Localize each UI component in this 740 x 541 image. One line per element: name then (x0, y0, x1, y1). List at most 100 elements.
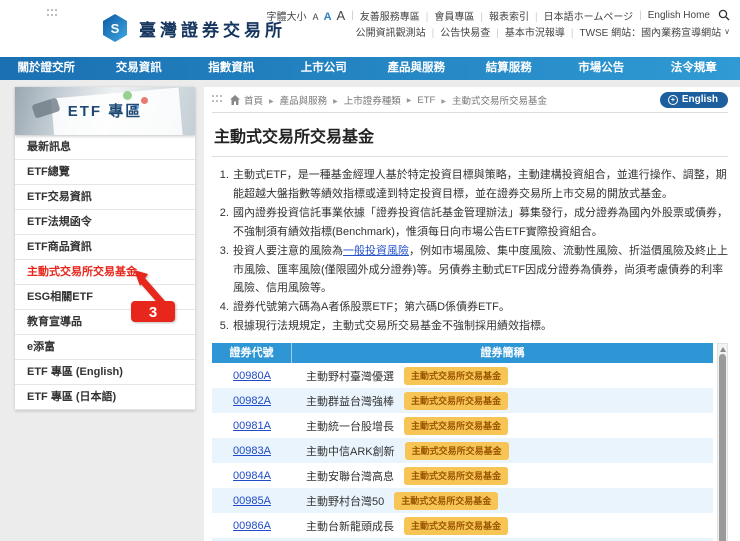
english-button[interactable]: + English (659, 92, 728, 108)
sidebar-menu-item[interactable]: ETF 專區 (日本語) (15, 385, 195, 410)
etf-type-badge: 主動式交易所交易基金 (404, 416, 509, 435)
breadcrumb-item[interactable]: 主動式交易所交易基金 (435, 93, 547, 107)
etf-type-badge: 主動式交易所交易基金 (404, 441, 509, 460)
twse-logo-icon: S (103, 14, 127, 42)
breadcrumb: 首頁 產品與服務 上市證券種類 ETF 主動式交易所交易基金 (244, 93, 547, 108)
main-navigation: 關於證交所 交易資訊 指數資訊 上市公司 產品與服務 結算服務 市場公告 法令規… (0, 57, 740, 80)
etf-table: 證券代號 證券簡稱 00980A 主動野村臺灣優選 主動式交易所交易基金 009… (212, 343, 728, 541)
search-icon (718, 9, 730, 21)
column-header-name: 證券簡稱 (480, 347, 525, 360)
security-code-link[interactable]: 00985A (233, 495, 271, 507)
security-code-cell: 00981A (212, 420, 292, 432)
security-code-link[interactable]: 00981A (233, 420, 271, 432)
sidebar-menu-item[interactable]: ETF總覽 (15, 160, 195, 185)
security-code-cell: 00982A (212, 395, 292, 407)
breadcrumb-row: 首頁 產品與服務 上市證券種類 ETF 主動式交易所交易基金 + English (212, 91, 728, 109)
security-name: 主動台新龍頭成長 (306, 520, 394, 533)
general-investment-risk-link[interactable]: 一般投資風險 (343, 245, 409, 257)
security-code-link[interactable]: 00984A (233, 470, 271, 482)
security-name-cell: 主動台新龍頭成長 主動式交易所交易基金 (292, 516, 713, 535)
security-name: 主動中信ARK創新 (306, 445, 395, 458)
sidebar-menu-item[interactable]: e添富 (15, 335, 195, 360)
security-name-cell: 主動群益台灣強棒 主動式交易所交易基金 (292, 391, 713, 410)
scrollbar-up-arrow-icon[interactable] (719, 347, 726, 353)
security-code-cell: 00984A (212, 470, 292, 482)
globe-icon: + (667, 94, 678, 105)
font-size-label: 字體大小 (266, 11, 307, 23)
content-area: ETF 專區 最新訊息 ETF總覽 ETF交易資訊 ETF法規函令 ETF商品資… (0, 80, 740, 541)
twse-logo[interactable]: S 臺灣證券交易所 (100, 13, 286, 43)
sidebar-menu-item[interactable]: ETF商品資訊 (15, 235, 195, 260)
sidebar-menu-item[interactable]: ETF法規函令 (15, 210, 195, 235)
nav-item[interactable]: 結算服務 (463, 57, 556, 80)
utility-link[interactable]: 公開資訊觀測站 (356, 24, 426, 39)
utility-link[interactable]: 公告快易查 (426, 24, 490, 39)
utility-link[interactable]: 日本語ホームページ (529, 8, 634, 23)
etf-type-badge: 主動式交易所交易基金 (404, 391, 509, 410)
security-name-cell: 主動中信ARK創新 主動式交易所交易基金 (292, 441, 713, 460)
security-code-cell: 00983A (212, 445, 292, 457)
table-row: 00982A 主動群益台灣強棒 主動式交易所交易基金 (212, 388, 713, 414)
utility-link[interactable]: TWSE 網站：國內業務宣導網站 (565, 24, 721, 39)
security-name: 主動野村台灣50 (306, 495, 385, 508)
sidebar-menu-item[interactable]: ETF交易資訊 (15, 185, 195, 210)
sidebar-menu-item[interactable]: ESG相關ETF (15, 285, 195, 310)
chevron-down-icon[interactable]: ∨ (724, 27, 730, 36)
sidebar-menu-item[interactable]: 主動式交易所交易基金 (15, 260, 195, 285)
column-header-code: 證券代號 (212, 343, 292, 364)
breadcrumb-item[interactable]: ETF (401, 95, 435, 106)
breadcrumb-item[interactable]: 產品與服務 (263, 93, 328, 107)
security-code-link[interactable]: 00983A (233, 445, 271, 457)
sidebar-title: ETF 專區 (67, 103, 143, 120)
accessibility-anchor[interactable] (47, 9, 59, 19)
site-title: 臺灣證券交易所 (139, 20, 286, 40)
utility-link[interactable]: English Home (633, 10, 710, 21)
table-header: 證券代號 證券簡稱 (212, 343, 713, 364)
nav-item[interactable]: 上市公司 (278, 57, 371, 80)
nav-item[interactable]: 指數資訊 (185, 57, 278, 80)
etf-type-badge: 主動式交易所交易基金 (394, 491, 499, 510)
utility-link[interactable]: 友善服務專區 (360, 8, 420, 23)
font-size-medium-button[interactable]: A (324, 11, 332, 23)
sidebar-menu-item[interactable]: 教育宣導品 (15, 310, 195, 335)
security-name-cell: 主動安聯台灣高息 主動式交易所交易基金 (292, 466, 713, 485)
sidebar-banner: ETF 專區 (15, 87, 195, 135)
scrollbar-thumb[interactable] (719, 354, 726, 541)
search-button[interactable] (718, 9, 730, 21)
table-row: 00986A 主動台新龍頭成長 主動式交易所交易基金 (212, 513, 713, 539)
nav-item[interactable]: 法令規章 (648, 57, 740, 80)
nav-item[interactable]: 交易資訊 (93, 57, 186, 80)
utility-link[interactable]: 報表索引 (474, 8, 529, 23)
utility-link[interactable]: 會員專區 (420, 8, 474, 23)
utility-bar: 字體大小 A A A | 友善服務專區 會員專區 報表索引 日本語ホームページ … (267, 7, 730, 39)
nav-item[interactable]: 關於證交所 (0, 57, 93, 80)
sidebar-menu-item[interactable]: ETF 專區 (English) (15, 360, 195, 385)
page-title: 主動式交易所交易基金 (214, 129, 375, 146)
table-row: 00984A 主動安聯台灣高息 主動式交易所交易基金 (212, 463, 713, 489)
security-code-link[interactable]: 00986A (233, 520, 271, 532)
font-size-small-button[interactable]: A (313, 12, 319, 22)
breadcrumb-item[interactable]: 上市證券種類 (327, 93, 401, 107)
nav-item[interactable]: 市場公告 (555, 57, 648, 80)
security-name-cell: 主動野村臺灣優選 主動式交易所交易基金 (292, 366, 713, 385)
security-code-cell: 00986A (212, 520, 292, 532)
security-name: 主動安聯台灣高息 (306, 470, 394, 483)
sidebar-menu-item[interactable]: 最新訊息 (15, 135, 195, 160)
home-icon[interactable] (230, 95, 240, 105)
intro-item: 國內證券投資信託事業依據「證券投資信託基金管理辦法」募集發行，成分證券為國內外股… (232, 204, 728, 242)
security-code-link[interactable]: 00982A (233, 395, 271, 407)
security-code-link[interactable]: 00980A (233, 370, 271, 382)
table-row: 00981A 主動統一台股增長 主動式交易所交易基金 (212, 413, 713, 439)
font-size-large-button[interactable]: A (337, 8, 346, 23)
accessibility-anchor[interactable] (212, 95, 224, 105)
site-header: S 臺灣證券交易所 字體大小 A A A | 友善服務專區 會員專區 報表索引 … (0, 0, 740, 57)
divider (212, 156, 728, 157)
main-panel: 首頁 產品與服務 上市證券種類 ETF 主動式交易所交易基金 + English… (204, 87, 740, 541)
security-name-cell: 主動野村台灣50 主動式交易所交易基金 (292, 491, 713, 510)
table-row: 00985A 主動野村台灣50 主動式交易所交易基金 (212, 488, 713, 514)
nav-item[interactable]: 產品與服務 (370, 57, 463, 80)
table-scrollbar[interactable] (717, 343, 728, 541)
utility-link[interactable]: 基本市況報導 (490, 24, 565, 39)
intro-item: 根據現行法規規定，主動式交易所交易基金不強制採用績效指標。 (232, 317, 728, 336)
breadcrumb-item[interactable]: 首頁 (244, 93, 263, 107)
